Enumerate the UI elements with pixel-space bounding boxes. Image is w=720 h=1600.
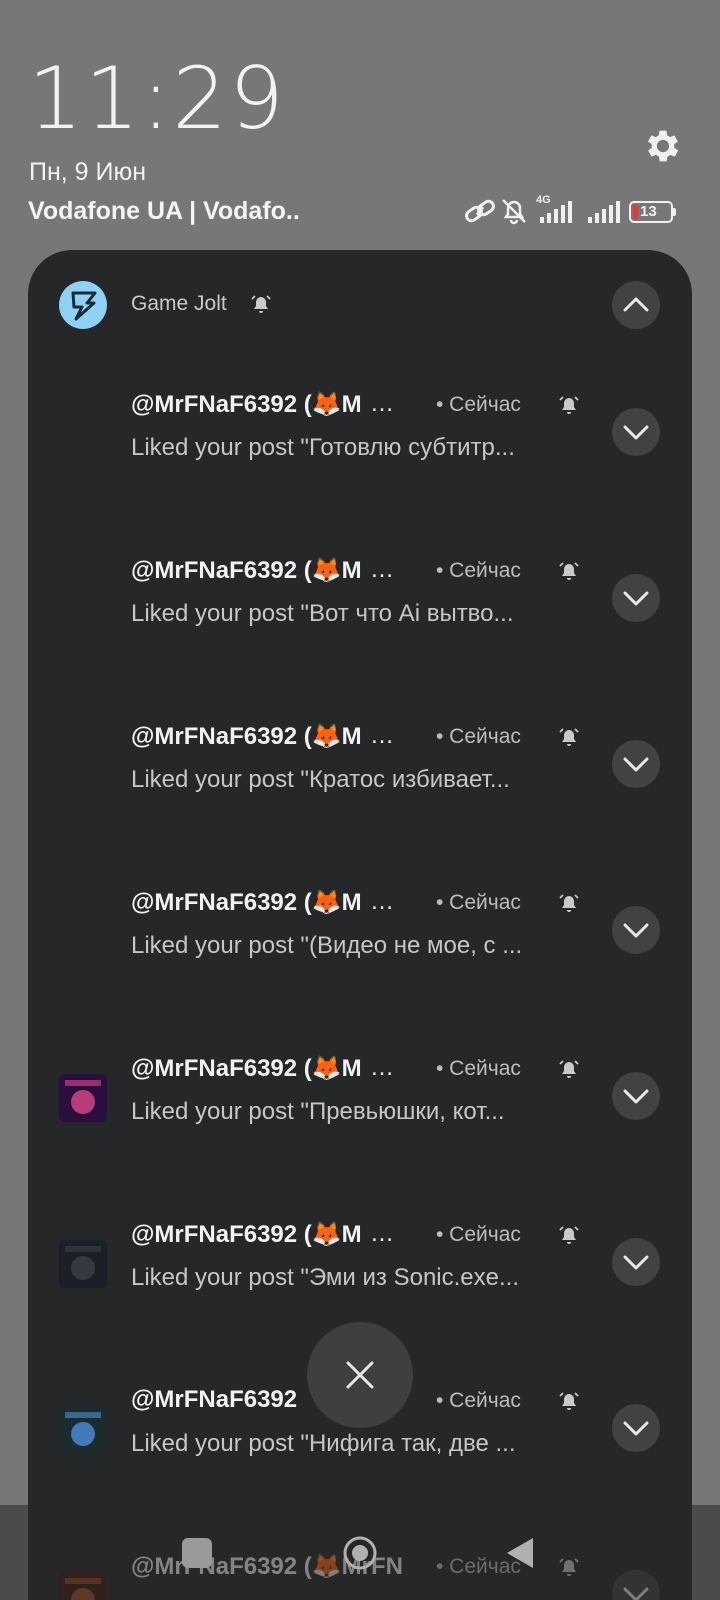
notification-item[interactable]: @MrFNaF6392 (🦊M … • Сейчас Liked your po…: [28, 1190, 692, 1310]
chevron-down-icon: [623, 1089, 649, 1104]
notification-thumbnail: [59, 1074, 107, 1122]
expand-button[interactable]: [612, 574, 660, 622]
notification-time: • Сейчас: [436, 393, 521, 416]
notification-thumbnail: [59, 1406, 107, 1454]
chevron-down-icon: [623, 591, 649, 606]
notification-body: Liked your post "Готовлю субтитр...: [131, 434, 515, 461]
bell-icon: [559, 1060, 579, 1078]
bell-icon: [251, 295, 271, 313]
app-header[interactable]: Game Jolt: [28, 250, 692, 350]
notification-time: • Сейчас: [436, 1057, 521, 1080]
clock[interactable]: 11:29: [28, 56, 286, 142]
notification-time: • Сейчас: [436, 725, 521, 748]
notification-body: Liked your post "Превьюшки, кот...: [131, 1098, 505, 1125]
gear-icon[interactable]: [642, 125, 684, 167]
chevron-down-icon: [623, 425, 649, 440]
signal-icon: [588, 201, 620, 223]
app-name: Game Jolt: [131, 292, 227, 315]
link-icon: [465, 199, 495, 223]
notification-item[interactable]: @MrFNaF6392 (🦊M … • Сейчас Liked your po…: [28, 526, 692, 646]
recents-button[interactable]: [182, 1538, 212, 1568]
notification-time: • Сейчас: [436, 559, 521, 582]
bell-icon: [559, 1392, 579, 1410]
notification-body: Liked your post "Вот что Ai вытво...: [131, 600, 514, 627]
notification-title: @MrFNaF6392 (🦊M: [131, 723, 362, 750]
expand-button[interactable]: [612, 1072, 660, 1120]
notification-item[interactable]: @MrFNaF6392 (🦊M … • Сейчас Liked your po…: [28, 692, 692, 812]
notification-body: Liked your post "Кратос избивает...: [131, 766, 510, 793]
bell-icon: [559, 562, 579, 580]
close-icon: [346, 1361, 374, 1389]
status-icons: 4G 13: [464, 194, 694, 228]
bell-icon: [559, 396, 579, 414]
expand-button[interactable]: [612, 1404, 660, 1452]
notification-body: Liked your post "Эми из Sonic.exe...: [131, 1264, 519, 1291]
collapse-button[interactable]: [612, 281, 660, 329]
bell-icon: [559, 1226, 579, 1244]
notification-body: Liked your post "Нифига так, две ...: [131, 1430, 516, 1457]
chevron-down-icon: [623, 1421, 649, 1436]
notification-time: • Сейчас: [436, 1223, 521, 1246]
title-ellipsis: …: [370, 722, 394, 749]
title-ellipsis: …: [370, 556, 394, 583]
notification-time: • Сейчас: [436, 1389, 521, 1412]
status-header: 11:29 Пн, 9 Июн Vodafone UA | Vodafo.. 4…: [0, 0, 720, 250]
navigation-bar: [0, 1505, 720, 1600]
notification-title: @MrFNaF6392 (🦊M: [131, 391, 362, 418]
back-button[interactable]: [505, 1535, 537, 1571]
notification-title: @MrFNaF6392 (🦊M: [131, 889, 362, 916]
expand-button[interactable]: [612, 408, 660, 456]
notification-item[interactable]: @MrFNaF6392 (🦊M … • Сейчас Liked your po…: [28, 360, 692, 480]
date-label[interactable]: Пн, 9 Июн: [29, 158, 146, 187]
chevron-down-icon: [623, 757, 649, 772]
bell-off-icon: [502, 199, 526, 225]
notification-time: • Сейчас: [436, 891, 521, 914]
chevron-down-icon: [623, 1255, 649, 1270]
bell-icon: [559, 894, 579, 912]
battery-level: 13: [640, 203, 657, 220]
notification-title: @MrFNaF6392 (🦊M: [131, 557, 362, 584]
title-ellipsis: …: [370, 390, 394, 417]
chevron-up-icon: [623, 297, 649, 312]
game-jolt-icon: [59, 281, 107, 329]
expand-button[interactable]: [612, 1238, 660, 1286]
clear-all-button[interactable]: [307, 1322, 413, 1428]
notification-title: @MrFNaF6392 (🦊M: [131, 1055, 362, 1082]
notification-item[interactable]: @MrFNaF6392 (🦊M … • Сейчас Liked your po…: [28, 858, 692, 978]
bell-icon: [559, 728, 579, 746]
title-ellipsis: …: [370, 1220, 394, 1247]
notification-title: @MrFNaF6392: [131, 1386, 298, 1413]
battery-icon: 13: [629, 201, 677, 223]
title-ellipsis: …: [370, 888, 394, 915]
notification-title: @MrFNaF6392 (🦊M: [131, 1221, 362, 1248]
expand-button[interactable]: [612, 906, 660, 954]
expand-button[interactable]: [612, 740, 660, 788]
notification-body: Liked your post "(Видео не мое, с ...: [131, 932, 523, 959]
home-button[interactable]: [342, 1535, 378, 1571]
signal-4g-icon: 4G: [536, 194, 582, 224]
notification-thumbnail: [59, 1240, 107, 1288]
chevron-down-icon: [623, 923, 649, 938]
notification-item[interactable]: @MrFNaF6392 (🦊M … • Сейчас Liked your po…: [28, 1024, 692, 1144]
title-ellipsis: …: [370, 1054, 394, 1081]
carrier-label: Vodafone UA | Vodafo..: [28, 197, 300, 225]
